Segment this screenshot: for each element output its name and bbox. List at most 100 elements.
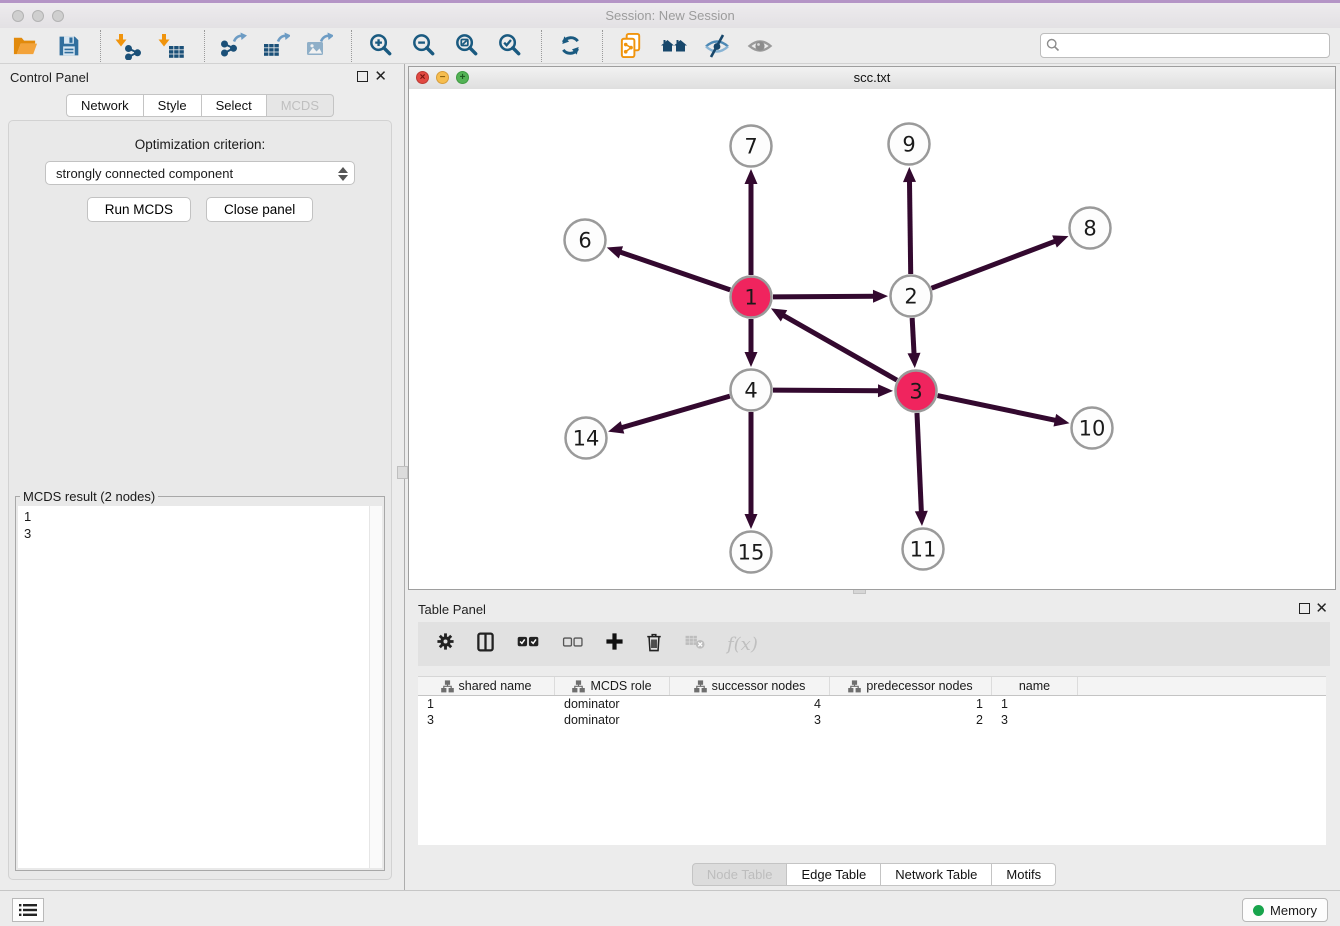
save-session-icon[interactable] [53, 31, 83, 61]
graph-edge[interactable] [620, 396, 730, 428]
column-header-label: shared name [459, 679, 532, 693]
graph-node[interactable]: 11 [903, 529, 944, 570]
graph-node[interactable]: 8 [1070, 208, 1111, 249]
graph-edge-arrowhead [878, 384, 893, 397]
task-history-button[interactable] [12, 898, 44, 922]
column-settings-gear-icon[interactable] [436, 632, 455, 656]
table-cell[interactable]: 1 [418, 697, 555, 711]
apply-layout-icon[interactable] [555, 31, 585, 61]
vertical-splitter-handle[interactable] [397, 466, 408, 479]
column-header-successor-nodes[interactable]: successor nodes [670, 677, 830, 695]
graph-node[interactable]: 6 [565, 220, 606, 261]
add-column-icon[interactable] [605, 632, 624, 656]
column-header-label: name [1019, 679, 1050, 693]
table-panel-float-icon[interactable] [1299, 603, 1310, 614]
memory-button[interactable]: Memory [1242, 898, 1328, 922]
tab-select[interactable]: Select [202, 94, 267, 117]
show-columns-icon[interactable] [476, 632, 495, 657]
criterion-dropdown[interactable]: strongly connected component [45, 161, 355, 185]
zoom-in-icon[interactable] [365, 31, 395, 61]
table-cell[interactable]: dominator [555, 697, 670, 711]
graph-node[interactable]: 3 [896, 371, 937, 412]
clone-network-icon[interactable] [616, 31, 646, 61]
table-cell[interactable]: 3 [992, 713, 1078, 727]
tab-node-table[interactable]: Node Table [692, 863, 788, 886]
graph-edge[interactable] [917, 413, 921, 514]
tab-motifs[interactable]: Motifs [992, 863, 1056, 886]
zoom-selected-icon[interactable] [494, 31, 524, 61]
column-header-label: successor nodes [712, 679, 806, 693]
graph-node-label: 2 [904, 285, 917, 309]
graph-edge[interactable] [618, 251, 730, 289]
table-cell[interactable]: 1 [830, 697, 992, 711]
mcds-result-textarea[interactable]: 1 3 [18, 506, 382, 868]
control-panel-close-icon[interactable]: ✕ [374, 71, 387, 82]
graph-node[interactable]: 7 [731, 126, 772, 167]
export-network-icon[interactable] [218, 31, 248, 61]
graph-edge[interactable] [773, 296, 876, 297]
zoom-fit-icon[interactable] [451, 31, 481, 61]
graph-edge[interactable] [938, 396, 1058, 421]
table-cell[interactable]: 3 [418, 713, 555, 727]
search-input[interactable] [1065, 35, 1324, 56]
network-graph: 7 9 6 8 1 2 4 3 14 10 15 11 [409, 89, 1335, 589]
table-cell[interactable]: 3 [670, 713, 830, 727]
graph-edge[interactable] [909, 179, 910, 274]
graph-edge-arrowhead [908, 353, 921, 368]
control-panel-float-icon[interactable] [357, 71, 368, 82]
control-panel-title: Control Panel [10, 70, 89, 85]
tab-network-table[interactable]: Network Table [881, 863, 992, 886]
table-toolbar: f(x) [418, 622, 1330, 666]
table-row[interactable]: 3dominator323 [418, 712, 1326, 728]
graph-edge[interactable] [912, 318, 914, 356]
column-header-predecessor-nodes[interactable]: predecessor nodes [830, 677, 992, 695]
graph-node[interactable]: 10 [1072, 408, 1113, 449]
network-window-titlebar[interactable]: × − + scc.txt [409, 67, 1335, 90]
select-all-columns-icon[interactable] [516, 634, 540, 654]
graph-node[interactable]: 4 [731, 370, 772, 411]
graph-edge-arrowhead [1052, 235, 1068, 247]
tab-network[interactable]: Network [66, 94, 144, 117]
graph-node[interactable]: 15 [731, 532, 772, 573]
graph-edge[interactable] [781, 314, 896, 380]
result-scrollbar[interactable] [369, 506, 382, 868]
run-mcds-button[interactable]: Run MCDS [87, 197, 191, 222]
export-table-icon[interactable] [261, 31, 291, 61]
table-panel-close-icon[interactable]: ✕ [1315, 603, 1328, 614]
column-header-MCDS-role[interactable]: MCDS role [555, 677, 670, 695]
tab-mcds[interactable]: MCDS [267, 94, 334, 117]
unselect-all-columns-icon[interactable] [561, 635, 584, 654]
hide-selected-eye-slash-icon[interactable] [702, 31, 732, 61]
graph-node-label: 15 [738, 541, 765, 565]
tab-edge-table[interactable]: Edge Table [787, 863, 881, 886]
show-hidden-eye-icon[interactable] [745, 31, 775, 61]
graph-node[interactable]: 9 [889, 124, 930, 165]
shared-column-icon [848, 680, 861, 693]
import-network-icon[interactable] [114, 31, 144, 61]
graph-edge-arrowhead [745, 514, 758, 529]
zoom-out-icon[interactable] [408, 31, 438, 61]
column-header-name[interactable]: name [992, 677, 1078, 695]
export-image-icon[interactable] [304, 31, 334, 61]
graph-node-label: 11 [910, 538, 937, 562]
search-icon [1046, 38, 1060, 57]
graph-edge[interactable] [773, 390, 881, 391]
open-session-icon[interactable] [10, 31, 40, 61]
import-table-icon[interactable] [157, 31, 187, 61]
table-cell[interactable]: 4 [670, 697, 830, 711]
network-canvas[interactable]: 7 9 6 8 1 2 4 3 14 10 15 11 [409, 89, 1335, 589]
table-row[interactable]: 1dominator411 [418, 696, 1326, 712]
first-neighbors-icon[interactable] [659, 31, 689, 61]
close-panel-button[interactable]: Close panel [206, 197, 313, 222]
graph-node[interactable]: 14 [566, 418, 607, 459]
graph-node[interactable]: 2 [891, 276, 932, 317]
graph-edge[interactable] [932, 240, 1058, 288]
table-cell[interactable]: dominator [555, 713, 670, 727]
table-cell[interactable]: 2 [830, 713, 992, 727]
mcds-panel: Optimization criterion: strongly connect… [8, 120, 392, 880]
graph-node[interactable]: 1 [731, 277, 772, 318]
tab-style[interactable]: Style [144, 94, 202, 117]
delete-column-trash-icon[interactable] [645, 632, 663, 657]
table-cell[interactable]: 1 [992, 697, 1078, 711]
column-header-shared-name[interactable]: shared name [418, 677, 555, 695]
